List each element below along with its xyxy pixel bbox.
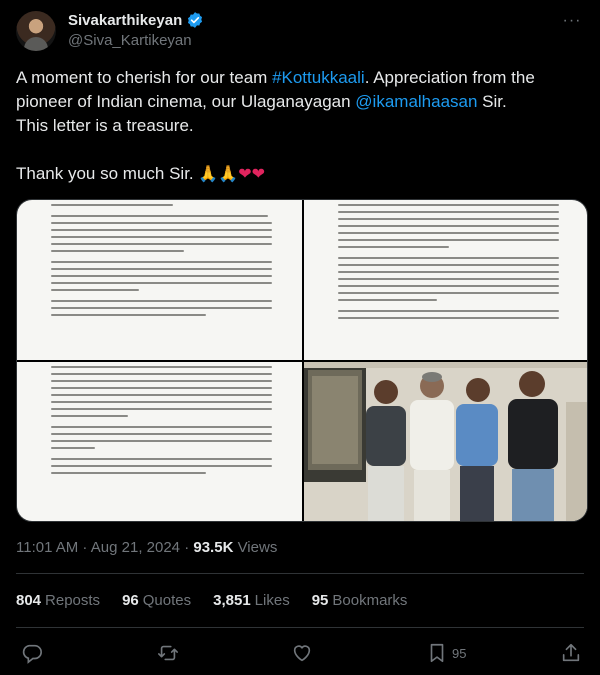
engagement-stats: 804 Reposts 96 Quotes 3,851 Likes 95 Bookmar…	[16, 592, 407, 609]
bookmark-count: 95	[452, 645, 467, 661]
bookmarks-stat[interactable]: 95 Bookmarks	[312, 592, 408, 609]
reply-button[interactable]	[21, 641, 43, 665]
bookmark-button[interactable]: 95	[426, 641, 466, 665]
folded-hands-emoji: 🙏🙏	[198, 166, 239, 183]
avatar[interactable]	[16, 11, 56, 51]
tweet-date: Aug 21, 2024	[90, 539, 181, 556]
author-handle[interactable]: @Siva_Kartikeyan	[68, 32, 192, 49]
letter-image-2[interactable]	[304, 200, 587, 360]
share-icon	[562, 643, 580, 662]
tweet-text-segment: Sir.	[477, 92, 507, 111]
tweet-header: Sivakarthikeyan @Siva_Kartikeyan ···	[16, 11, 584, 55]
tweet-text-segment: A moment to cherish for our team	[16, 68, 273, 87]
reposts-stat[interactable]: 804 Reposts	[16, 592, 100, 609]
tweet-text: A moment to cherish for our team #Kottuk…	[16, 66, 586, 187]
letter-image-1[interactable]	[17, 200, 302, 360]
red-heart-icon: ❤	[238, 166, 252, 183]
reply-icon	[22, 644, 42, 664]
tweet-text-line: Thank you so much Sir.	[16, 164, 199, 183]
views-count: 93.5K	[193, 539, 234, 556]
red-heart-icon: ❤	[251, 166, 266, 183]
hashtag-link[interactable]: #Kottukkaali	[272, 68, 365, 87]
divider	[16, 627, 584, 628]
group-photo-image[interactable]	[304, 362, 587, 521]
repost-icon	[158, 645, 178, 661]
more-options-icon[interactable]: ···	[560, 11, 584, 35]
letter-image-3[interactable]	[17, 362, 302, 521]
likes-stat[interactable]: 3,851 Likes	[213, 592, 290, 609]
like-button[interactable]	[291, 641, 313, 665]
author-display-name[interactable]: Sivakarthikeyan	[68, 12, 182, 29]
heart-icon	[293, 645, 311, 662]
verified-badge-icon	[188, 12, 203, 28]
divider	[16, 573, 584, 574]
mention-link[interactable]: @ikamalhaasan	[355, 92, 477, 111]
group-photo-art	[304, 362, 587, 521]
author-name-row: Sivakarthikeyan	[68, 11, 204, 29]
share-button[interactable]	[560, 641, 582, 665]
quotes-stat[interactable]: 96 Quotes	[122, 592, 191, 609]
tweet-timestamp[interactable]: 11:01 AM · Aug 21, 2024 · 93.5K Views	[16, 539, 277, 556]
media-grid	[16, 199, 588, 522]
bookmark-icon	[430, 643, 444, 663]
tweet-time: 11:01 AM	[16, 539, 79, 556]
repost-button[interactable]	[157, 641, 179, 665]
views-label: Views	[237, 539, 278, 556]
action-bar: 95	[16, 641, 584, 665]
tweet-text-line: This letter is a treasure.	[16, 116, 194, 135]
